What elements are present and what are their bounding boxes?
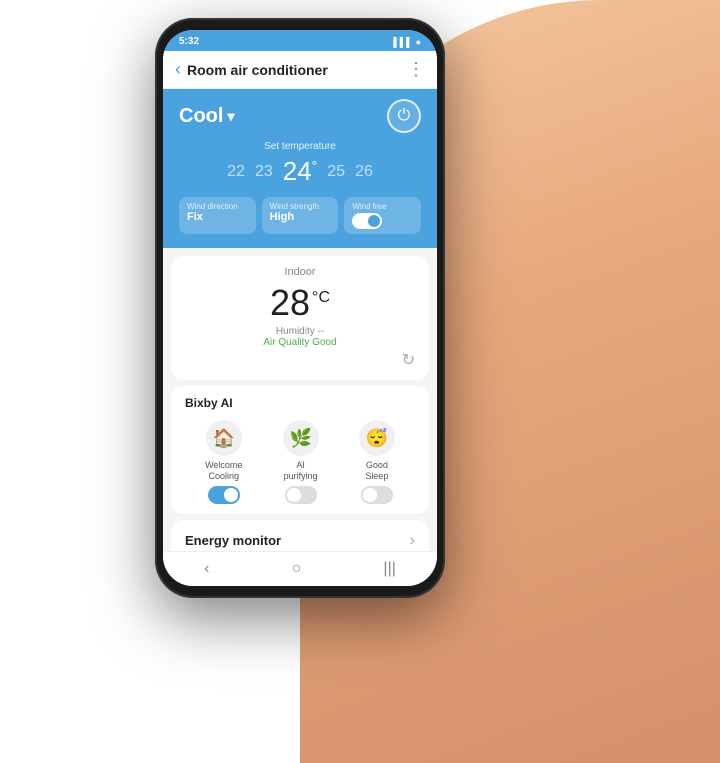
temp-22[interactable]: 22 (227, 163, 245, 181)
temp-26[interactable]: 26 (355, 163, 373, 181)
bixby-card: Bixby AI 🏠 WelcomeCooling 🌿 AIpurifying (171, 386, 429, 514)
welcome-cooling-toggle[interactable] (208, 486, 240, 504)
status-time: 5:32 (179, 36, 199, 47)
wind-direction-label: Wind direction (187, 202, 248, 211)
ai-purifying-toggle[interactable] (285, 486, 317, 504)
air-quality-value: Good (312, 337, 336, 348)
indoor-temp-unit: °C (312, 289, 330, 306)
indoor-card: Indoor 28°C Humidity -- Air Quality Good… (171, 256, 429, 380)
wind-strength-control[interactable]: Wind strength High (262, 197, 339, 234)
welcome-cooling-label: WelcomeCooling (205, 460, 242, 482)
temp-25[interactable]: 25 (327, 163, 345, 181)
good-sleep-icon: 😴 (359, 420, 395, 456)
power-icon: ⏻ (398, 107, 411, 125)
mode-selector[interactable]: Cool ▾ (179, 105, 234, 128)
indoor-air-quality: Air Quality Good (185, 337, 415, 348)
wind-free-knob (368, 215, 380, 227)
mode-value: Cool (179, 105, 223, 128)
back-button[interactable]: ‹ (175, 59, 181, 80)
good-sleep-knob (363, 488, 377, 502)
mode-row: Cool ▾ ⏻ (179, 99, 421, 133)
nav-recent-button[interactable]: ||| (383, 560, 395, 578)
energy-monitor-label: Energy monitor (185, 533, 281, 548)
temp-23[interactable]: 23 (255, 163, 273, 181)
bixby-item-good-sleep[interactable]: 😴 GoodSleep (359, 420, 395, 504)
ai-purifying-icon: 🌿 (283, 420, 319, 456)
phone-screen: 5:32 ▌▌▌ ● ‹ Room air conditioner ⋮ Cool… (163, 30, 437, 586)
power-button[interactable]: ⏻ (387, 99, 421, 133)
menu-button[interactable]: ⋮ (407, 59, 425, 80)
indoor-title: Indoor (185, 266, 415, 278)
indoor-temperature: 28°C (185, 282, 415, 324)
welcome-cooling-icon: 🏠 (206, 420, 242, 456)
bottom-navigation: ‹ ○ ||| (163, 551, 437, 586)
temp-label: Set temperature (179, 141, 421, 152)
content-area: Indoor 28°C Humidity -- Air Quality Good… (163, 248, 437, 551)
page-title: Room air conditioner (187, 62, 407, 78)
battery-icon: ● (416, 37, 421, 47)
wind-free-label: Wind free (352, 202, 386, 211)
nav-home-button[interactable]: ○ (292, 560, 302, 578)
air-quality-label: Air Quality (263, 337, 309, 348)
scene: 5:32 ▌▌▌ ● ‹ Room air conditioner ⋮ Cool… (0, 0, 720, 763)
wind-free-toggle[interactable] (352, 213, 382, 229)
phone-shell: 5:32 ▌▌▌ ● ‹ Room air conditioner ⋮ Cool… (155, 18, 445, 598)
wind-free-control[interactable]: Wind free (344, 197, 421, 234)
good-sleep-label: GoodSleep (365, 460, 388, 482)
status-bar: 5:32 ▌▌▌ ● (163, 30, 437, 51)
nav-back-button[interactable]: ‹ (204, 560, 209, 578)
wind-direction-value: Fix (187, 211, 248, 223)
wind-strength-label: Wind strength (270, 202, 331, 211)
control-panel: Cool ▾ ⏻ Set temperature 22 23 24° 25 26 (163, 89, 437, 248)
mode-arrow-icon: ▾ (227, 108, 234, 125)
wind-controls: Wind direction Fix Wind strength High Wi… (179, 197, 421, 234)
status-icons: ▌▌▌ ● (393, 37, 421, 47)
wind-direction-control[interactable]: Wind direction Fix (179, 197, 256, 234)
bixby-item-welcome-cooling[interactable]: 🏠 WelcomeCooling (205, 420, 242, 504)
indoor-humidity: Humidity -- (185, 326, 415, 337)
bixby-item-ai-purifying[interactable]: 🌿 AIpurifying (283, 420, 319, 504)
ai-purifying-label: AIpurifying (284, 460, 318, 482)
signal-icon: ▌▌▌ (393, 37, 412, 47)
welcome-cooling-knob (224, 488, 238, 502)
ai-purifying-knob (287, 488, 301, 502)
good-sleep-toggle[interactable] (361, 486, 393, 504)
temperature-section: Set temperature 22 23 24° 25 26 (179, 141, 421, 187)
bixby-title: Bixby AI (185, 396, 415, 410)
energy-monitor-arrow: › (410, 532, 415, 550)
refresh-button[interactable]: ↻ (185, 350, 415, 370)
temp-24-active[interactable]: 24° (283, 156, 318, 187)
bixby-items: 🏠 WelcomeCooling 🌿 AIpurifying (185, 420, 415, 504)
degree-symbol: ° (312, 157, 318, 173)
temp-row: 22 23 24° 25 26 (179, 156, 421, 187)
app-header: ‹ Room air conditioner ⋮ (163, 51, 437, 89)
energy-monitor-row[interactable]: Energy monitor › (171, 520, 429, 551)
indoor-temp-value: 28 (270, 282, 310, 323)
wind-strength-value: High (270, 211, 331, 223)
